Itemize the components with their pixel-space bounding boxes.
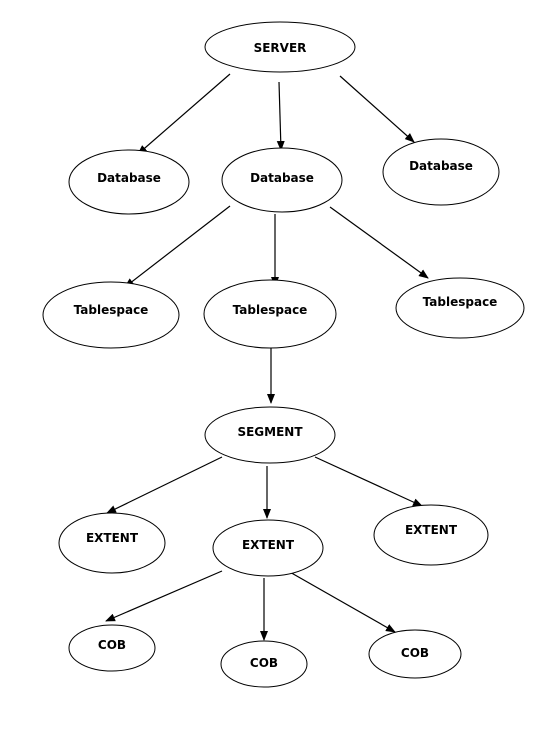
node-ts3: Tablespace <box>395 277 525 339</box>
node-server: SERVER <box>204 21 356 73</box>
node-db2: Database <box>221 147 343 213</box>
node-ts1: Tablespace <box>42 281 180 349</box>
node-cob2: COB <box>220 640 308 688</box>
node-label: Database <box>97 171 161 185</box>
node-label: EXTENT <box>86 531 139 545</box>
arrow-ext2-to-cob1 <box>105 570 223 622</box>
node-label: COB <box>401 646 429 660</box>
hierarchy-diagram: SERVER Database Database Database Tablespace… <box>42 21 525 688</box>
node-label: Database <box>409 159 473 173</box>
arrow-server-to-db3 <box>339 75 415 143</box>
node-db3: Database <box>382 138 500 206</box>
node-label: EXTENT <box>242 538 295 552</box>
node-label: SERVER <box>254 41 307 55</box>
node-label: SEGMENT <box>237 425 303 439</box>
node-ext2: EXTENT <box>212 519 324 577</box>
node-cob3: COB <box>368 629 462 679</box>
node-label: Tablespace <box>74 303 149 317</box>
node-label: COB <box>250 656 278 670</box>
node-segment: SEGMENT <box>204 406 336 464</box>
arrow-db2-to-ts3 <box>329 206 429 279</box>
node-cob1: COB <box>68 624 156 672</box>
node-ts2: Tablespace <box>203 279 337 349</box>
node-label: EXTENT <box>405 523 458 537</box>
node-label: Tablespace <box>233 303 308 317</box>
node-ext1: EXTENT <box>58 512 166 574</box>
node-label: Tablespace <box>423 295 498 309</box>
arrow-db2-to-ts1 <box>124 205 231 288</box>
arrow-server-to-db1 <box>137 73 231 155</box>
arrow-ext2-to-cob3 <box>287 570 396 633</box>
arrow-server-to-db2 <box>276 81 285 151</box>
node-label: COB <box>98 638 126 652</box>
arrow-segment-to-ext3 <box>314 456 423 507</box>
node-label: Database <box>250 171 314 185</box>
arrow-segment-to-ext1 <box>106 456 223 514</box>
node-db1: Database <box>68 149 190 215</box>
node-ext3: EXTENT <box>373 504 489 566</box>
